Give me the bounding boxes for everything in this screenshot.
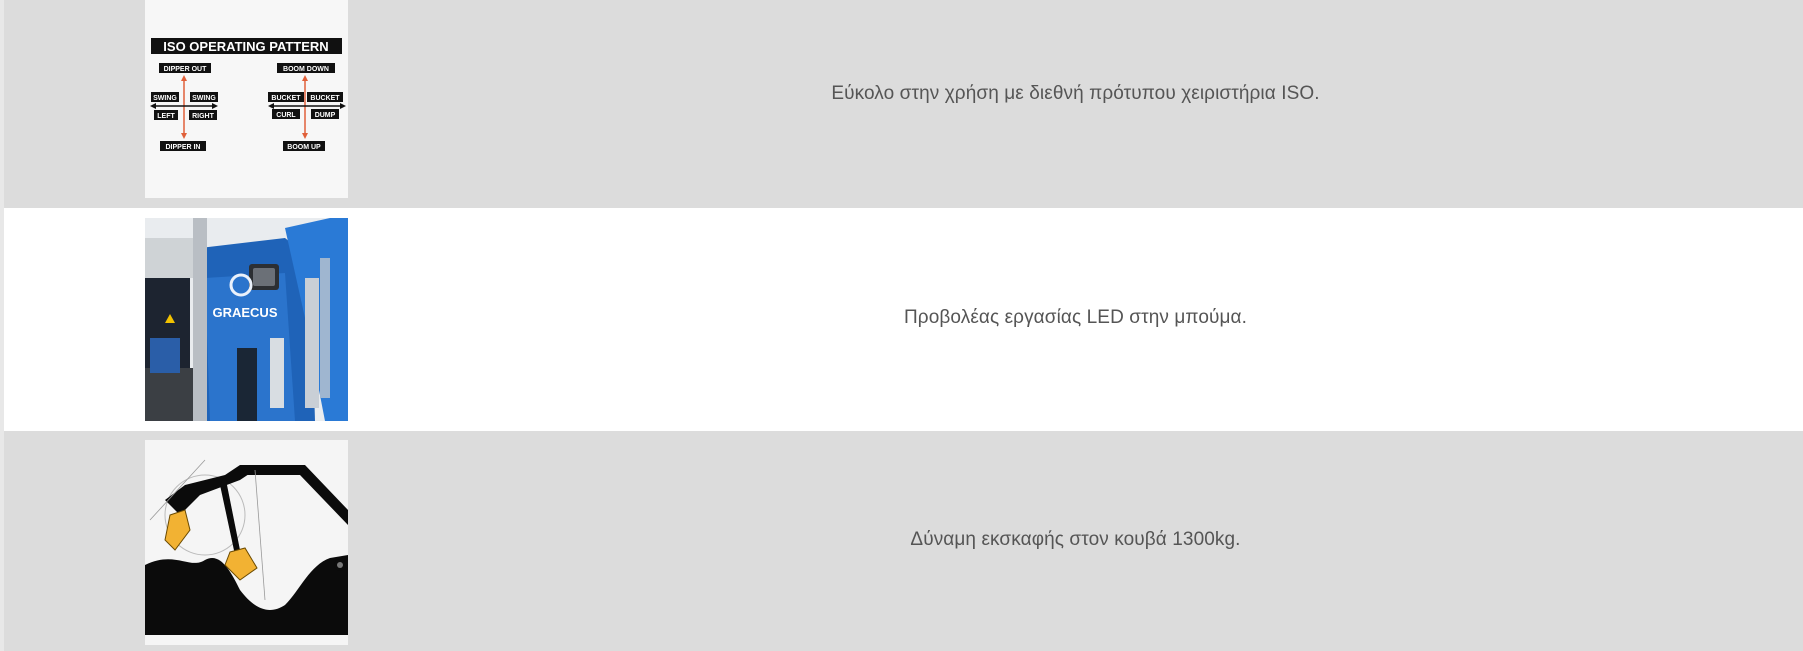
- brand-label: GRAECUS: [212, 305, 277, 320]
- feature-caption: Δύναμη εκσκαφής στον κουβά 1300kg.: [910, 529, 1241, 550]
- svg-text:LEFT: LEFT: [157, 113, 175, 120]
- svg-text:SWING: SWING: [153, 95, 177, 102]
- feature-row-digging-force: Δύναμη εκσκαφής στον κουβά 1300kg.: [4, 431, 1803, 651]
- feature-row-led-light: GRAECUS Προβολέας εργασίας LED στην μπού…: [4, 208, 1803, 431]
- svg-text:DIPPER IN: DIPPER IN: [165, 144, 200, 151]
- excavator-led-light-image: GRAECUS: [145, 218, 348, 421]
- svg-text:BOOM UP: BOOM UP: [287, 144, 321, 151]
- feature-list: ISO OPERATING PATTERN DIPPER OUT SWING S…: [0, 0, 1803, 651]
- svg-text:RIGHT: RIGHT: [192, 113, 215, 120]
- svg-text:DUMP: DUMP: [315, 112, 336, 119]
- svg-text:BUCKET: BUCKET: [271, 95, 301, 102]
- svg-text:CURL: CURL: [276, 112, 296, 119]
- iso-title: ISO OPERATING PATTERN: [163, 39, 328, 54]
- feature-caption: Εύκολο στην χρήση με διεθνή πρότυπου χει…: [831, 83, 1320, 104]
- iso-operating-pattern-image: ISO OPERATING PATTERN DIPPER OUT SWING S…: [145, 0, 348, 198]
- svg-text:SWING: SWING: [192, 95, 216, 102]
- svg-text:BOOM DOWN: BOOM DOWN: [283, 66, 329, 73]
- feature-row-iso-controls: ISO OPERATING PATTERN DIPPER OUT SWING S…: [4, 0, 1803, 208]
- feature-caption: Προβολέας εργασίας LED στην μπούμα.: [903, 307, 1248, 328]
- svg-text:BUCKET: BUCKET: [310, 95, 340, 102]
- excavator-digging-image: [145, 440, 348, 645]
- label-dipper-out: DIPPER OUT: [164, 66, 208, 73]
